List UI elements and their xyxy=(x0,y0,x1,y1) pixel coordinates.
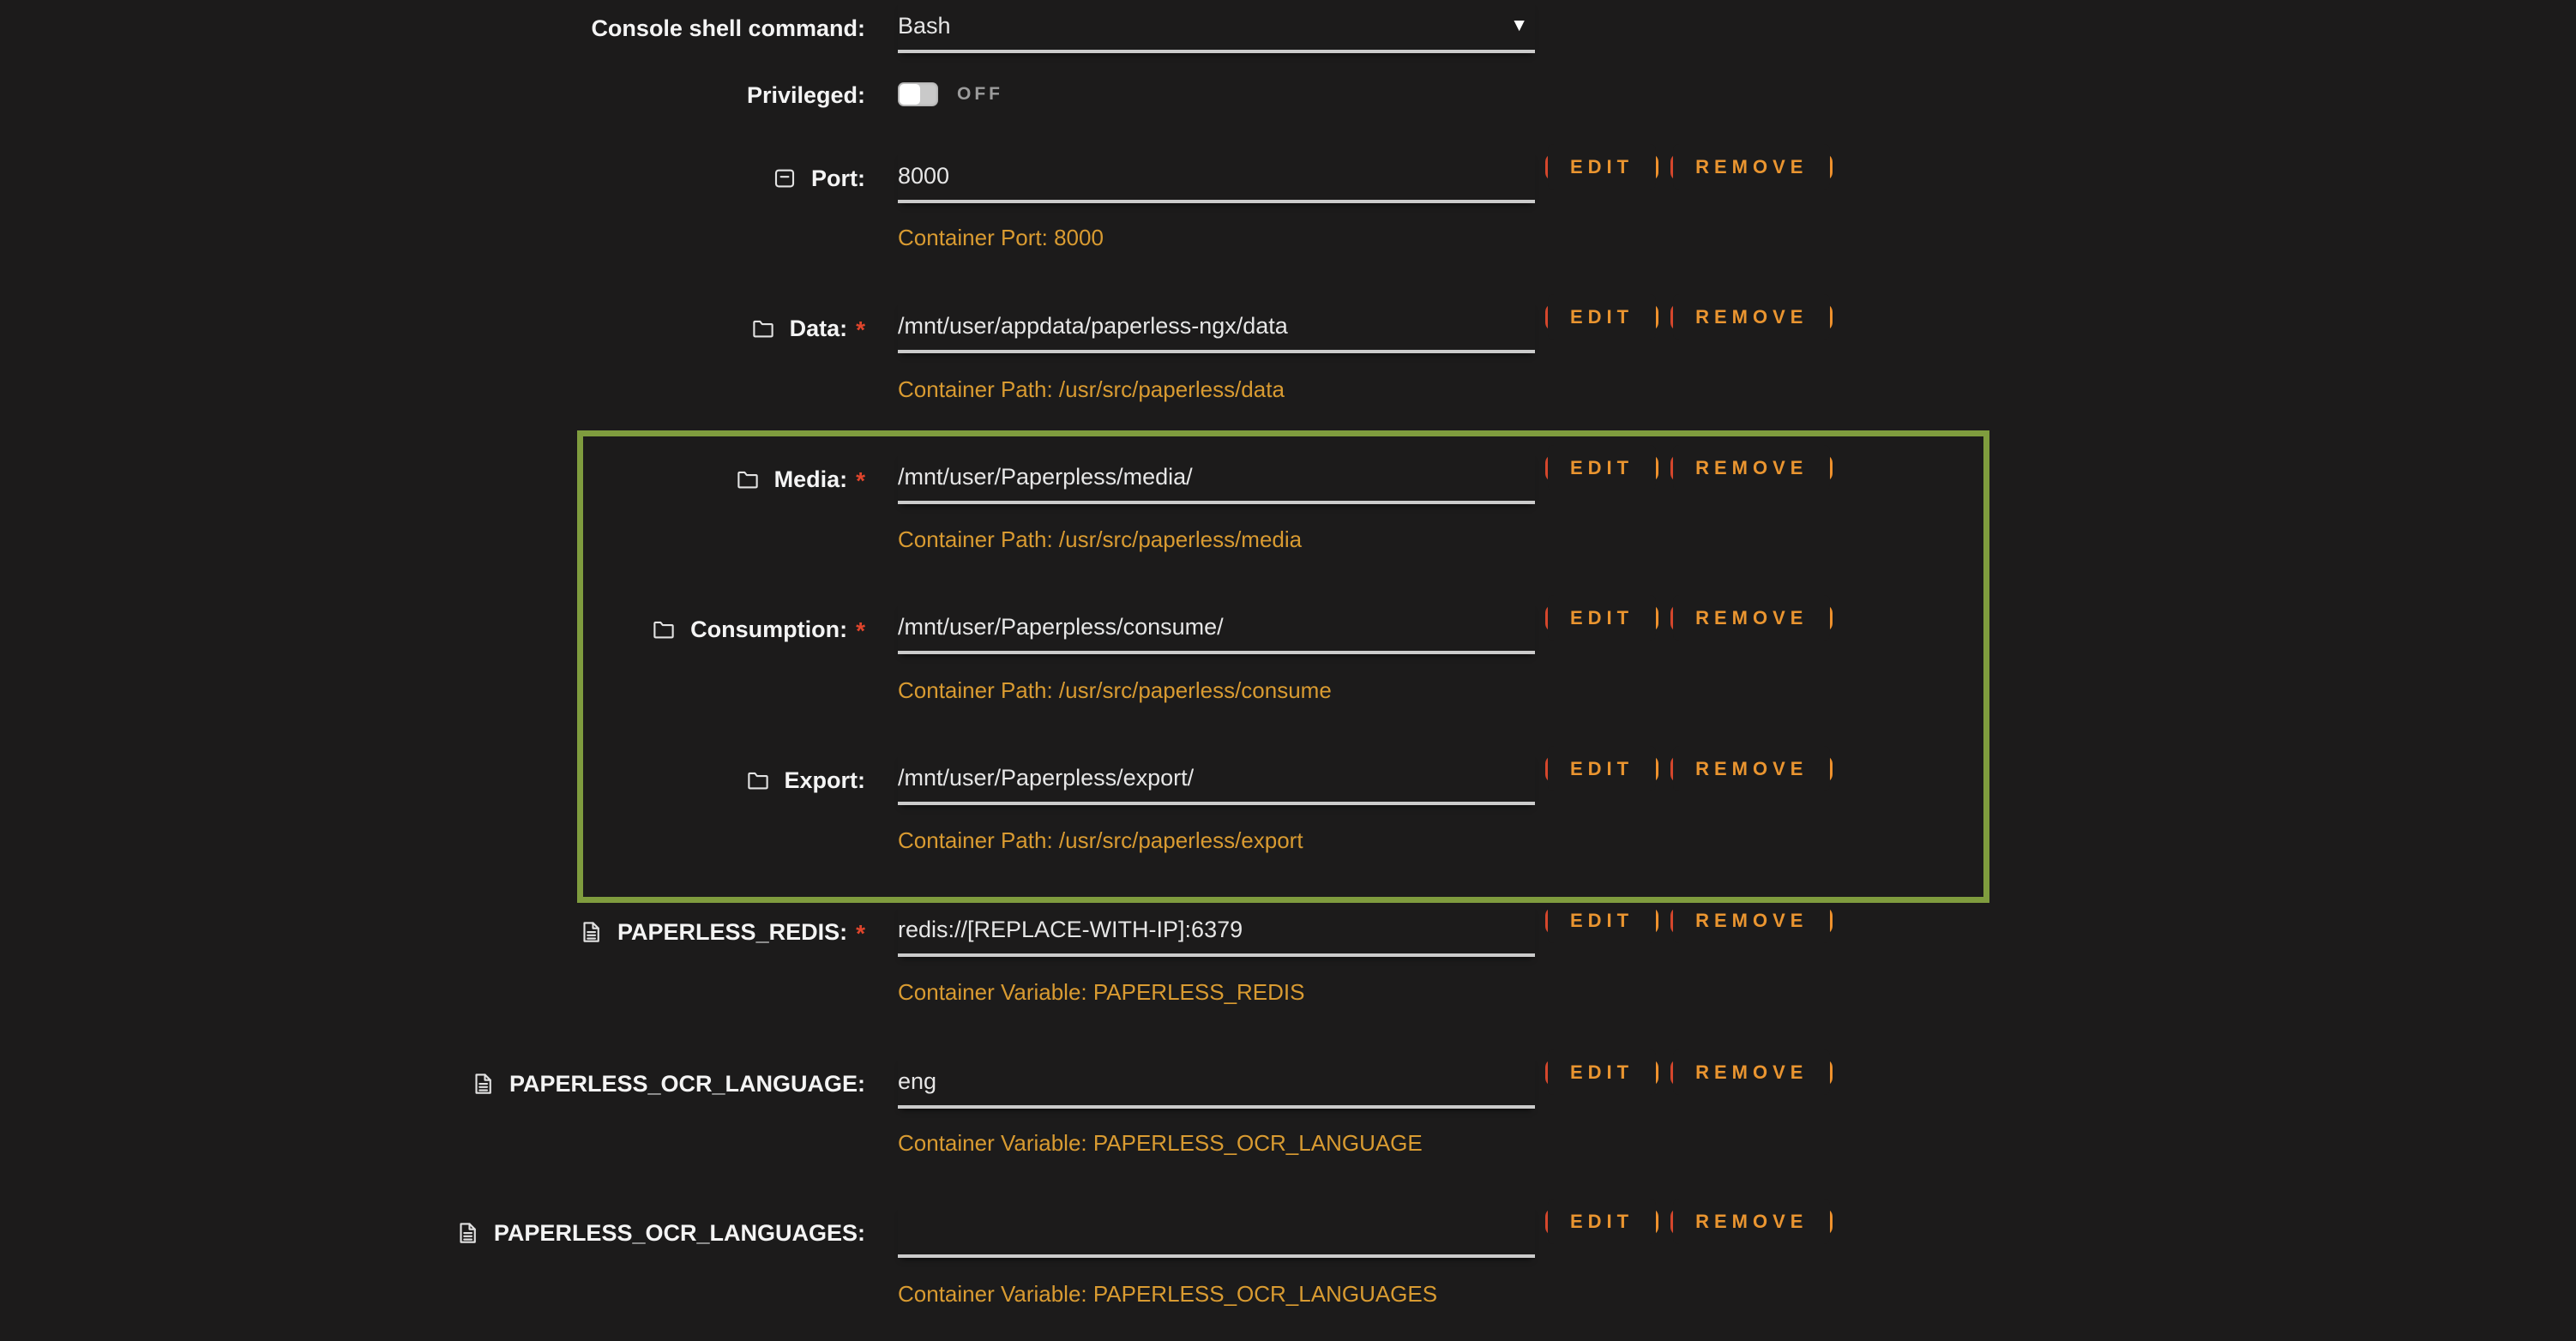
field-label: Export: xyxy=(785,767,866,794)
field-label: PAPERLESS_OCR_LANGUAGE: xyxy=(509,1071,865,1097)
port-icon xyxy=(772,165,797,191)
required-asterisk: * xyxy=(856,467,865,495)
data-input[interactable]: /mnt/user/appdata/paperless-ngx/data xyxy=(898,302,1535,353)
row-port: Port: 8000 EDIT REMOVE xyxy=(0,152,2576,205)
media-helper-text: Container Path: /usr/src/paperless/media xyxy=(898,526,1302,553)
toggle-knob xyxy=(900,84,920,105)
consumption-input[interactable]: /mnt/user/Paperpless/consume/ xyxy=(898,603,1535,654)
docker-template-settings-page: Console shell command: Bash ▼ Privileged… xyxy=(0,0,2576,1341)
remove-button[interactable]: REMOVE xyxy=(1670,755,1833,783)
paperless-redis-actions: EDIT REMOVE xyxy=(1545,907,1833,935)
field-value: 8000 xyxy=(898,163,949,189)
edit-button[interactable]: EDIT xyxy=(1545,153,1658,181)
file-icon xyxy=(454,1220,480,1246)
edit-button[interactable]: EDIT xyxy=(1545,1208,1658,1236)
row-paperless-redis: PAPERLESS_REDIS: * redis://[REPLACE-WITH… xyxy=(0,905,2576,959)
field-value: redis://[REPLACE-WITH-IP]:6379 xyxy=(898,917,1243,943)
export-input[interactable]: /mnt/user/Paperpless/export/ xyxy=(898,754,1535,805)
selected-option: Bash xyxy=(898,13,951,39)
row-privileged: Privileged: OFF xyxy=(0,69,2576,122)
field-value: eng xyxy=(898,1068,936,1095)
consumption-label: Consumption: * xyxy=(0,603,865,656)
row-console-shell-command: Console shell command: Bash ▼ xyxy=(0,2,2576,55)
privileged-toggle[interactable] xyxy=(898,82,938,106)
field-label: PAPERLESS_OCR_LANGUAGES: xyxy=(494,1220,865,1247)
remove-button[interactable]: REMOVE xyxy=(1670,454,1833,482)
port-input[interactable]: 8000 xyxy=(898,152,1535,203)
field-label: Data: xyxy=(790,316,848,342)
paperless-ocr-language-actions: EDIT REMOVE xyxy=(1545,1059,1833,1086)
privileged-value: OFF xyxy=(898,69,1535,120)
remove-button[interactable]: REMOVE xyxy=(1670,153,1833,181)
console-shell-command-select[interactable]: Bash ▼ xyxy=(898,2,1535,53)
data-helper-text: Container Path: /usr/src/paperless/data xyxy=(898,376,1285,403)
folder-icon xyxy=(745,767,771,793)
paperless-ocr-languages-helper-text: Container Variable: PAPERLESS_OCR_LANGUA… xyxy=(898,1281,1437,1308)
field-label: Consumption: xyxy=(690,616,847,643)
field-value: /mnt/user/Paperpless/consume/ xyxy=(898,614,1224,640)
edit-button[interactable]: EDIT xyxy=(1545,1059,1658,1086)
paperless-ocr-language-helper-text: Container Variable: PAPERLESS_OCR_LANGUA… xyxy=(898,1130,1423,1157)
remove-button[interactable]: REMOVE xyxy=(1670,1208,1833,1236)
paperless-redis-input[interactable]: redis://[REPLACE-WITH-IP]:6379 xyxy=(898,905,1535,957)
field-label: PAPERLESS_REDIS: xyxy=(617,919,847,946)
paperless-ocr-language-label: PAPERLESS_OCR_LANGUAGE: xyxy=(0,1057,865,1110)
folder-icon xyxy=(750,316,776,341)
consumption-helper-text: Container Path: /usr/src/paperless/consu… xyxy=(898,677,1332,704)
field-label: Privileged: xyxy=(747,82,865,109)
row-consumption: Consumption: * /mnt/user/Paperpless/cons… xyxy=(0,603,2576,656)
file-icon xyxy=(470,1071,496,1097)
media-input[interactable]: /mnt/user/Paperpless/media/ xyxy=(898,453,1535,504)
edit-button[interactable]: EDIT xyxy=(1545,907,1658,935)
privileged-label: Privileged: xyxy=(0,69,865,122)
row-media: Media: * /mnt/user/Paperpless/media/ EDI… xyxy=(0,453,2576,506)
paperless-ocr-languages-actions: EDIT REMOVE xyxy=(1545,1208,1833,1236)
paperless-redis-label: PAPERLESS_REDIS: * xyxy=(0,905,865,959)
folder-icon xyxy=(651,616,677,642)
paperless-ocr-language-input[interactable]: eng xyxy=(898,1057,1535,1109)
toggle-state-label: OFF xyxy=(957,84,1003,105)
row-paperless-ocr-languages: PAPERLESS_OCR_LANGUAGES: EDIT REMOVE xyxy=(0,1206,2576,1260)
export-helper-text: Container Path: /usr/src/paperless/expor… xyxy=(898,827,1303,854)
edit-button[interactable]: EDIT xyxy=(1545,454,1658,482)
export-label: Export: xyxy=(0,754,865,807)
media-label: Media: * xyxy=(0,453,865,506)
edit-button[interactable]: EDIT xyxy=(1545,304,1658,331)
data-actions: EDIT REMOVE xyxy=(1545,304,1833,331)
field-value: /mnt/user/Paperpless/media/ xyxy=(898,464,1193,490)
remove-button[interactable]: REMOVE xyxy=(1670,304,1833,331)
data-label: Data: * xyxy=(0,302,865,355)
remove-button[interactable]: REMOVE xyxy=(1670,907,1833,935)
field-value: /mnt/user/appdata/paperless-ngx/data xyxy=(898,313,1288,340)
required-asterisk: * xyxy=(856,617,865,645)
port-helper-text: Container Port: 8000 xyxy=(898,225,1104,251)
paperless-ocr-languages-input[interactable] xyxy=(898,1206,1535,1258)
port-actions: EDIT REMOVE xyxy=(1545,153,1833,181)
row-paperless-ocr-language: PAPERLESS_OCR_LANGUAGE: eng EDIT REMOVE xyxy=(0,1057,2576,1110)
port-label: Port: xyxy=(0,152,865,205)
edit-button[interactable]: EDIT xyxy=(1545,604,1658,632)
chevron-down-icon: ▼ xyxy=(1510,15,1535,36)
edit-button[interactable]: EDIT xyxy=(1545,755,1658,783)
remove-button[interactable]: REMOVE xyxy=(1670,604,1833,632)
paperless-redis-helper-text: Container Variable: PAPERLESS_REDIS xyxy=(898,979,1305,1006)
field-label: Console shell command: xyxy=(591,15,865,42)
paperless-ocr-languages-label: PAPERLESS_OCR_LANGUAGES: xyxy=(0,1206,865,1260)
export-actions: EDIT REMOVE xyxy=(1545,755,1833,783)
console-shell-command-label: Console shell command: xyxy=(0,2,865,55)
file-icon xyxy=(578,919,604,945)
required-asterisk: * xyxy=(856,920,865,947)
row-data: Data: * /mnt/user/appdata/paperless-ngx/… xyxy=(0,302,2576,355)
field-label: Media: xyxy=(774,466,848,493)
consumption-actions: EDIT REMOVE xyxy=(1545,604,1833,632)
remove-button[interactable]: REMOVE xyxy=(1670,1059,1833,1086)
field-label: Port: xyxy=(811,165,865,192)
folder-icon xyxy=(735,466,761,492)
field-value: /mnt/user/Paperpless/export/ xyxy=(898,765,1194,791)
media-actions: EDIT REMOVE xyxy=(1545,454,1833,482)
row-export: Export: /mnt/user/Paperpless/export/ EDI… xyxy=(0,754,2576,807)
required-asterisk: * xyxy=(856,316,865,344)
